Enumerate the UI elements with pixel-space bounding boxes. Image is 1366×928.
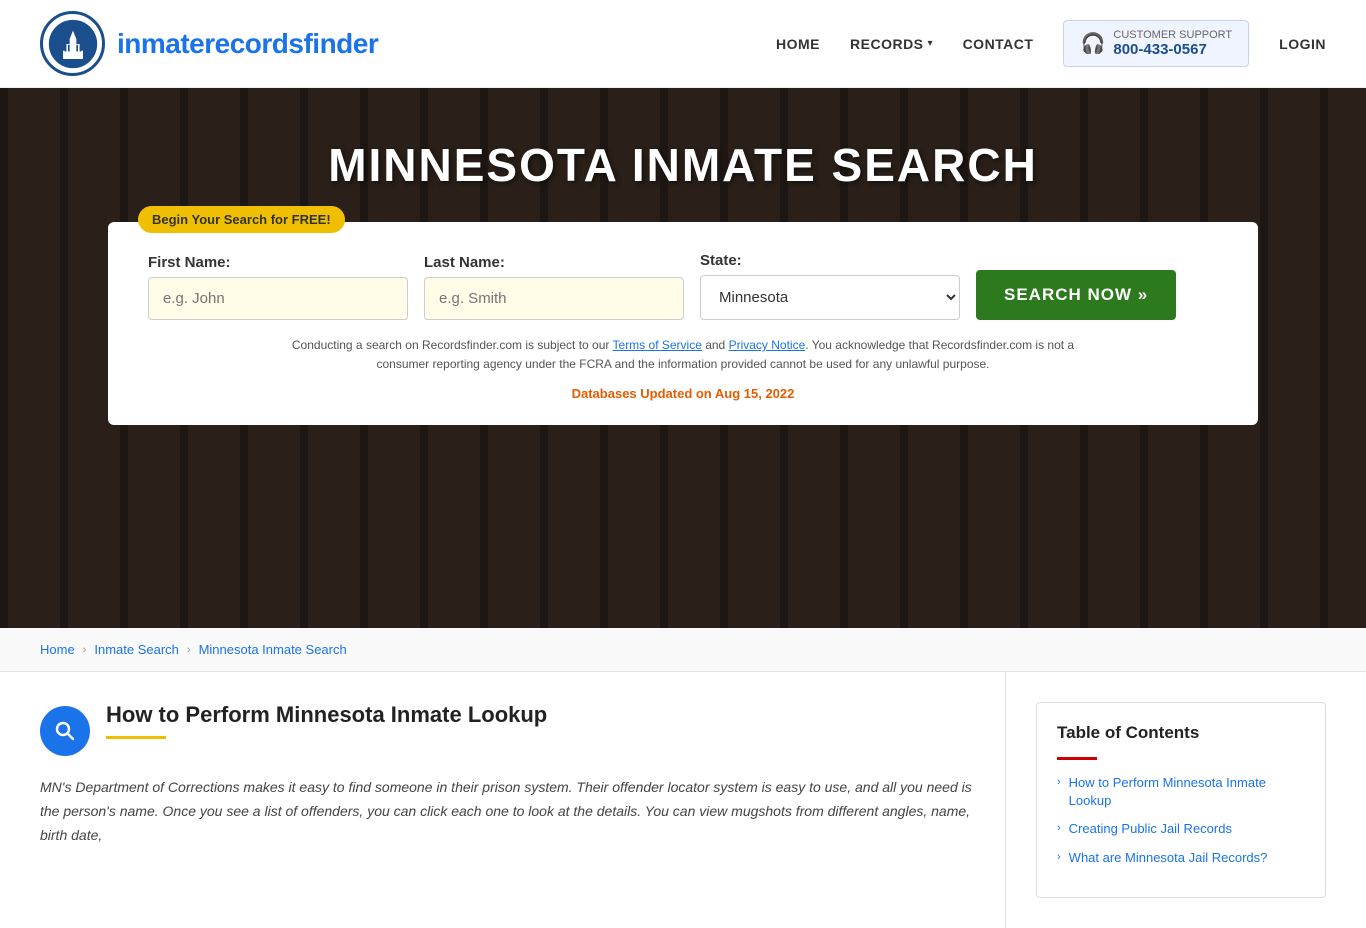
toc-box: Table of Contents › How to Perform Minnes… (1036, 702, 1326, 898)
content-right: Table of Contents › How to Perform Minnes… (1006, 672, 1326, 928)
db-update-label: Databases Updated on (572, 386, 715, 401)
search-icon (53, 719, 77, 743)
chevron-right-icon: › (1057, 822, 1061, 834)
article-body: MN's Department of Corrections makes it … (40, 776, 975, 847)
nav-home[interactable]: HOME (776, 36, 820, 52)
nav-records-label[interactable]: RECORDS (850, 36, 924, 52)
toc-link[interactable]: How to Perform Minnesota Inmate Lookup (1069, 774, 1305, 810)
search-button[interactable]: SEARCH NOW » (976, 270, 1176, 320)
last-name-group: Last Name: (424, 254, 684, 320)
db-update: Databases Updated on Aug 15, 2022 (148, 386, 1218, 401)
breadcrumb: Home › Inmate Search › Minnesota Inmate … (0, 628, 1366, 672)
article-title-wrap: How to Perform Minnesota Inmate Lookup (106, 702, 547, 739)
breadcrumb-sep-1: › (83, 644, 87, 656)
chevron-right-icon: › (1057, 851, 1061, 863)
terms-link[interactable]: Terms of Service (613, 338, 702, 352)
nav-login[interactable]: LOGIN (1279, 36, 1326, 52)
toc-heading: Table of Contents (1057, 723, 1305, 743)
breadcrumb-current: Minnesota Inmate Search (199, 642, 347, 657)
free-badge: Begin Your Search for FREE! (138, 206, 345, 233)
disclaimer-text: Conducting a search on Recordsfinder.com… (283, 336, 1083, 374)
last-name-label: Last Name: (424, 254, 684, 271)
support-phone: 800-433-0567 (1113, 41, 1232, 58)
main-nav: HOME RECORDS ▾ CONTACT 🎧 CUSTOMER SUPPOR… (776, 20, 1326, 67)
headset-icon: 🎧 (1080, 31, 1105, 56)
logo-icon (40, 11, 105, 76)
hero-title: MINNESOTA INMATE SEARCH (328, 138, 1038, 192)
site-header: inmaterecordsfinder HOME RECORDS ▾ CONTA… (0, 0, 1366, 88)
toc-item: › How to Perform Minnesota Inmate Lookup (1057, 774, 1305, 810)
state-select[interactable]: AlabamaAlaskaArizonaArkansasCaliforniaCo… (700, 275, 960, 320)
chevron-down-icon: ▾ (928, 38, 933, 49)
nav-contact[interactable]: CONTACT (963, 36, 1034, 52)
toc-link[interactable]: Creating Public Jail Records (1069, 820, 1232, 838)
first-name-input[interactable] (148, 277, 408, 320)
first-name-label: First Name: (148, 254, 408, 271)
toc-item: › Creating Public Jail Records (1057, 820, 1305, 838)
breadcrumb-inmate-search[interactable]: Inmate Search (94, 642, 179, 657)
search-card: Begin Your Search for FREE! First Name: … (108, 222, 1258, 425)
support-label: CUSTOMER SUPPORT (1113, 29, 1232, 41)
main-content: How to Perform Minnesota Inmate Lookup M… (0, 672, 1366, 928)
breadcrumb-home[interactable]: Home (40, 642, 75, 657)
article-title: How to Perform Minnesota Inmate Lookup (106, 702, 547, 728)
privacy-link[interactable]: Privacy Notice (729, 338, 806, 352)
toc-underline (1057, 757, 1097, 760)
article-header: How to Perform Minnesota Inmate Lookup (40, 702, 975, 756)
logo-text: inmaterecordsfinder (117, 28, 378, 60)
chevron-right-icon: › (1057, 776, 1061, 788)
hero-section: MINNESOTA INMATE SEARCH Begin Your Searc… (0, 88, 1366, 628)
support-info: CUSTOMER SUPPORT 800-433-0567 (1113, 29, 1232, 58)
title-underline (106, 736, 166, 739)
state-group: State: AlabamaAlaskaArizonaArkansasCalif… (700, 252, 960, 320)
first-name-group: First Name: (148, 254, 408, 320)
nav-records[interactable]: RECORDS ▾ (850, 36, 933, 52)
search-icon-circle (40, 706, 90, 756)
content-left: How to Perform Minnesota Inmate Lookup M… (40, 672, 1006, 928)
breadcrumb-sep-2: › (187, 644, 191, 656)
logo-area: inmaterecordsfinder (40, 11, 378, 76)
support-box: 🎧 CUSTOMER SUPPORT 800-433-0567 (1063, 20, 1249, 67)
state-label: State: (700, 252, 960, 269)
search-form: First Name: Last Name: State: AlabamaAla… (148, 252, 1218, 320)
toc-item: › What are Minnesota Jail Records? (1057, 849, 1305, 867)
toc-link[interactable]: What are Minnesota Jail Records? (1069, 849, 1268, 867)
hero-content: MINNESOTA INMATE SEARCH Begin Your Searc… (0, 88, 1366, 425)
db-update-date: Aug 15, 2022 (715, 386, 795, 401)
last-name-input[interactable] (424, 277, 684, 320)
toc-items: ›How to Perform Minnesota Inmate Lookup›… (1057, 774, 1305, 867)
